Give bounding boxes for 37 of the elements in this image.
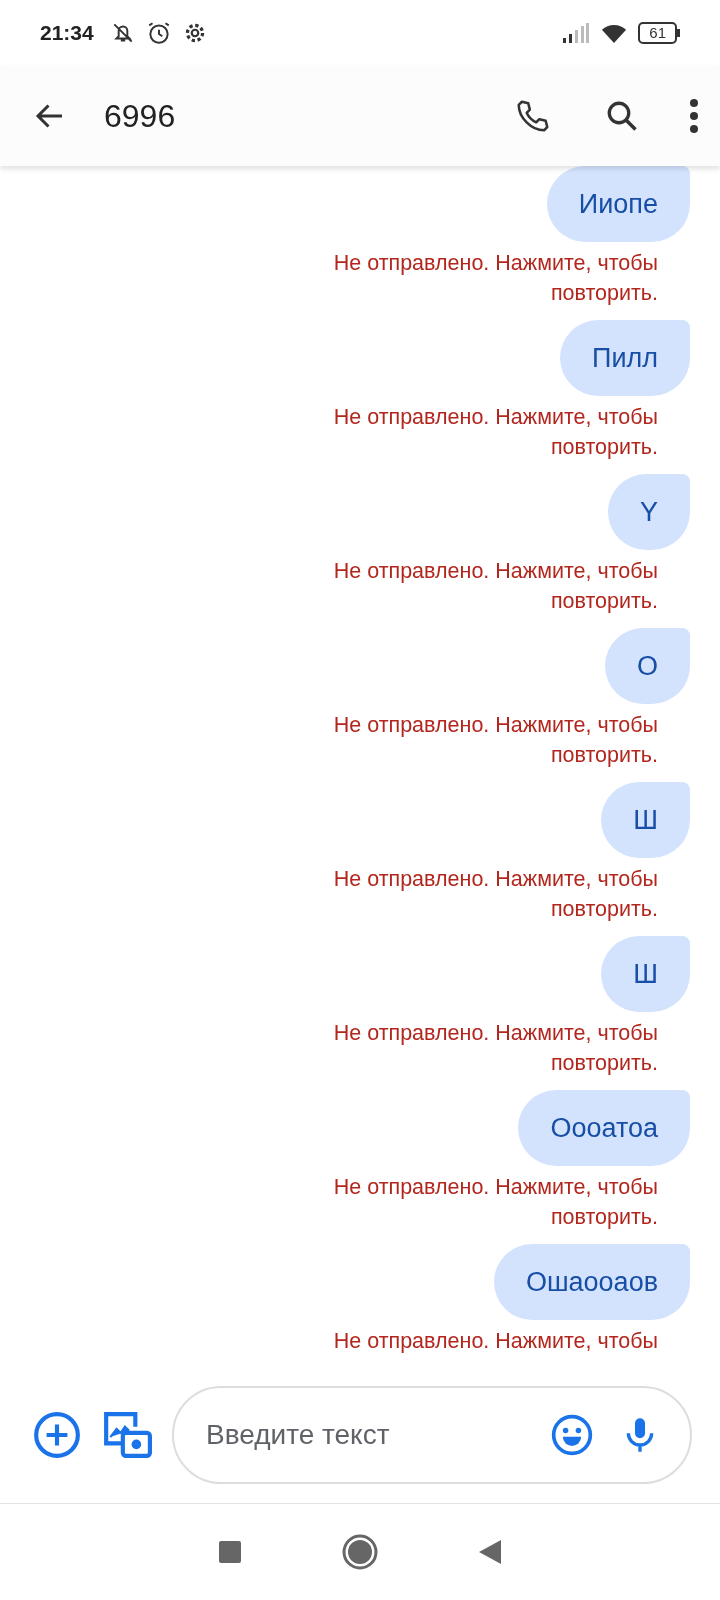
- send-error-text[interactable]: Не отправлено. Нажмите, чтобы повторить.: [278, 1172, 658, 1232]
- signal-icon: [562, 22, 591, 44]
- recents-button[interactable]: [218, 1540, 242, 1564]
- home-circle-icon: [342, 1534, 378, 1570]
- add-button[interactable]: [32, 1410, 82, 1460]
- smiley-icon: [550, 1413, 594, 1457]
- message-bubble[interactable]: Оооатоа: [518, 1090, 690, 1166]
- emoji-button[interactable]: [550, 1413, 594, 1457]
- conversation-title: 6996: [104, 97, 177, 136]
- more-options-button[interactable]: [688, 98, 700, 134]
- message-bubble[interactable]: Ш: [601, 782, 690, 858]
- message-bubble[interactable]: Ииопе: [546, 166, 690, 242]
- send-error-text[interactable]: Не отправлено. Нажмите, чтобы повторить.: [278, 556, 658, 616]
- battery-icon: 61: [638, 22, 680, 44]
- message-bubble[interactable]: Ошаооаов: [493, 1244, 690, 1320]
- send-error-text[interactable]: Не отправлено. Нажмите, чтобы: [278, 1326, 658, 1356]
- more-options-icon: [688, 98, 700, 134]
- back-nav-button[interactable]: [478, 1539, 502, 1565]
- plus-circle-icon: [32, 1410, 82, 1460]
- home-button[interactable]: [342, 1534, 378, 1570]
- send-error-text[interactable]: Не отправлено. Нажмите, чтобы повторить.: [278, 710, 658, 770]
- send-error-text[interactable]: Не отправлено. Нажмите, чтобы повторить.: [278, 1018, 658, 1078]
- text-input[interactable]: Введите текст: [204, 1413, 524, 1457]
- triangle-icon: [478, 1539, 502, 1565]
- message-bubble[interactable]: О: [605, 628, 690, 704]
- status-time: 21:34: [40, 20, 94, 47]
- gallery-camera-button[interactable]: [102, 1410, 152, 1460]
- square-icon: [218, 1540, 242, 1564]
- send-error-text[interactable]: Не отправлено. Нажмите, чтобы повторить.: [278, 864, 658, 924]
- message-input-field[interactable]: Введите текст: [172, 1386, 692, 1484]
- message-bubble[interactable]: Ш: [601, 936, 690, 1012]
- send-error-text[interactable]: Не отправлено. Нажмите, чтобы повторить.: [278, 248, 658, 308]
- gallery-camera-icon: [102, 1410, 152, 1460]
- message-bubble[interactable]: Пилл: [560, 320, 690, 396]
- message-bubble[interactable]: Y: [608, 474, 690, 550]
- wifi-icon: [600, 22, 629, 44]
- send-error-text[interactable]: Не отправлено. Нажмите, чтобы повторить.: [278, 402, 658, 462]
